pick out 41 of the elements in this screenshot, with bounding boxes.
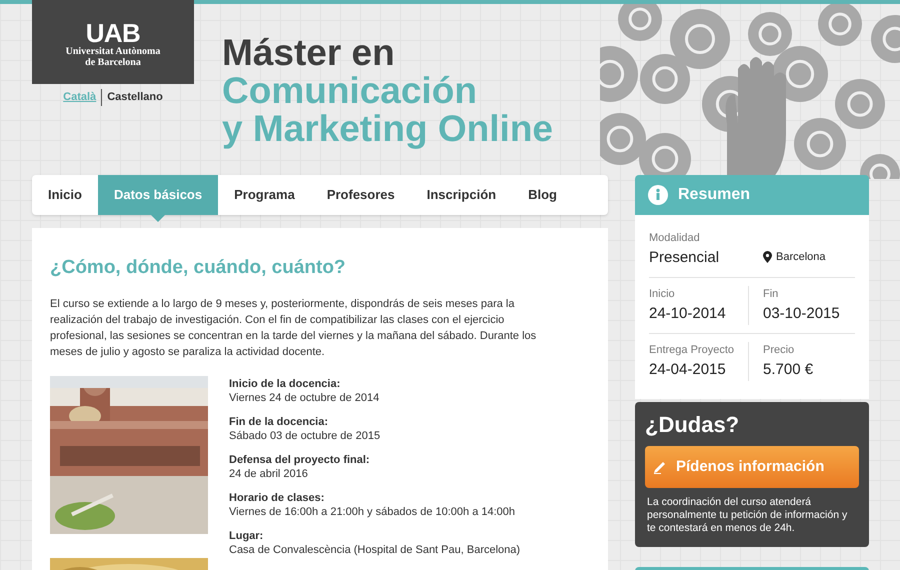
info-icon: [648, 185, 668, 205]
detail-label: Horario de clases:: [229, 491, 326, 505]
detail-label: Fin de la docencia:: [229, 415, 330, 429]
page-title: y Marketing Online: [222, 110, 554, 148]
summary-value: 03-10-2015: [763, 304, 840, 324]
summary-label: Inicio: [649, 287, 676, 302]
summary-value: Presencial: [649, 248, 720, 268]
section-heading: ¿Cómo, dónde, cuándo, cuánto?: [50, 256, 347, 280]
detail-value: 24 de abril 2016: [229, 467, 309, 481]
detail-value: Viernes 24 de octubre de 2014: [229, 391, 380, 405]
detail-value: Casa de Convalescència (Hospital de Sant Pau, Barcelona): [229, 543, 520, 557]
pencil-icon: [653, 460, 667, 474]
detail-label: Lugar:: [229, 529, 264, 543]
logo-city: de Barcelona: [85, 57, 141, 68]
location-text: Barcelona: [776, 250, 826, 264]
summary-value: 24-10-2014: [649, 304, 727, 324]
page-title: Comunicación: [222, 72, 478, 110]
intro-paragraph: El curso se extiende a lo largo de 9 meses y, posteriormente, dispondrás de seis meses para la realización del trabajo de investigación. Con el fin de compatibilizar las clases con el ejercicio profesional, las sesiones se concentran en la tarde del viernes y la mañana del sábado. Durante los meses de julio y agosto se paraliza la actividad docente.: [50, 297, 538, 360]
summary-label: Precio: [763, 343, 796, 358]
summary-title: Resumen: [678, 185, 750, 205]
summary-label: Modalidad: [649, 231, 701, 246]
nav-tab[interactable]: Profesores: [310, 175, 411, 215]
page-title: Máster en: [222, 34, 396, 72]
summary-value: 24-04-2015: [649, 360, 727, 380]
nav-tab[interactable]: Inscripción: [410, 175, 512, 215]
detail-value: Sábado 03 de octubre de 2015: [229, 429, 382, 443]
logo-mark: UAB: [86, 20, 140, 46]
summary-label: Entrega Proyecto: [649, 343, 735, 358]
summary-label: Fin: [763, 287, 780, 302]
detail-label: Defensa del proyecto final:: [229, 453, 371, 467]
doubts-text: La coordinación del curso atenderá personalmente tu petición de información y te contestará en menos de 24h.: [646, 496, 848, 535]
summary-value: 5.700 €: [763, 360, 814, 380]
detail-label: Inicio de la docencia:: [229, 377, 342, 391]
location-pin-icon: [763, 250, 772, 263]
logo-name: Universitat Autònoma: [66, 46, 160, 57]
nav-tab[interactable]: Programa: [218, 175, 311, 215]
nav-tab[interactable]: Inicio: [32, 175, 98, 215]
language-link[interactable]: Castellano: [101, 89, 163, 106]
nav-tab[interactable]: Blog: [512, 175, 573, 215]
doubts-title: ¿Dudas?: [645, 412, 740, 438]
detail-value: Viernes de 16:00h a 21:00h y sábados de 10:00h a 14:00h: [229, 505, 516, 519]
